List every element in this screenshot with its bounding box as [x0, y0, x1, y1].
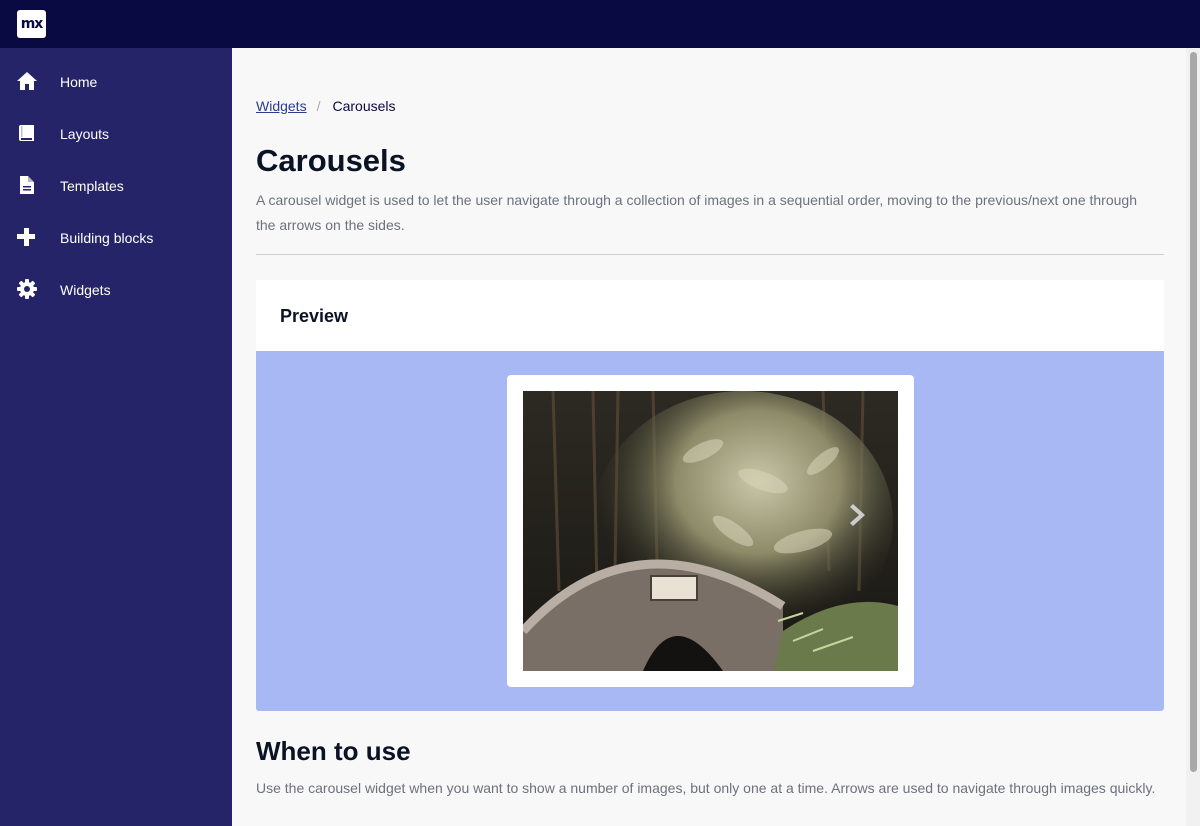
sidebar-item-label: Building blocks	[60, 230, 154, 246]
page-title: Carousels	[256, 143, 406, 178]
sidebar-item-label: Layouts	[60, 126, 110, 142]
chevron-right-icon[interactable]	[847, 501, 871, 529]
logo-text: mx	[20, 16, 44, 32]
scrollbar-thumb[interactable]	[1190, 52, 1197, 772]
breadcrumb-current: Carousels	[332, 98, 396, 114]
page-description: A carousel widget is used to let the use…	[256, 192, 1137, 233]
divider	[256, 254, 1164, 255]
file-icon	[20, 176, 34, 194]
bridge-bamboo-photo	[523, 391, 898, 671]
top-bar: mx	[0, 0, 1200, 48]
carousel-image	[523, 391, 898, 671]
sidebar-item-label: Home	[60, 74, 98, 90]
preview-card-header: Preview	[256, 280, 1164, 351]
mendix-logo[interactable]: mx	[17, 10, 46, 38]
book-icon	[19, 125, 34, 141]
section-title-when-to-use: When to use	[256, 736, 411, 766]
main-content: Widgets / Carousels Carousels A carousel…	[232, 48, 1186, 826]
section-description: Use the carousel widget when you want to…	[256, 780, 1156, 796]
breadcrumb: Widgets / Carousels	[256, 96, 396, 116]
sidebar: Home Layouts Templates Building blocks W…	[0, 48, 232, 826]
breadcrumb-separator: /	[316, 98, 321, 114]
sidebar-item-widgets[interactable]: Widgets	[0, 264, 232, 316]
sidebar-item-home[interactable]: Home	[0, 56, 232, 108]
preview-title: Preview	[280, 306, 349, 326]
home-icon	[17, 72, 37, 90]
sidebar-item-layouts[interactable]: Layouts	[0, 108, 232, 160]
gear-icon	[17, 279, 37, 299]
breadcrumb-link-widgets[interactable]: Widgets	[256, 96, 307, 116]
sidebar-item-label: Widgets	[60, 282, 111, 298]
sidebar-item-label: Templates	[60, 178, 124, 194]
preview-area	[256, 351, 1164, 711]
sidebar-item-templates[interactable]: Templates	[0, 160, 232, 212]
plus-icon	[17, 228, 35, 246]
carousel	[507, 375, 914, 687]
sidebar-item-building-blocks[interactable]: Building blocks	[0, 212, 232, 264]
